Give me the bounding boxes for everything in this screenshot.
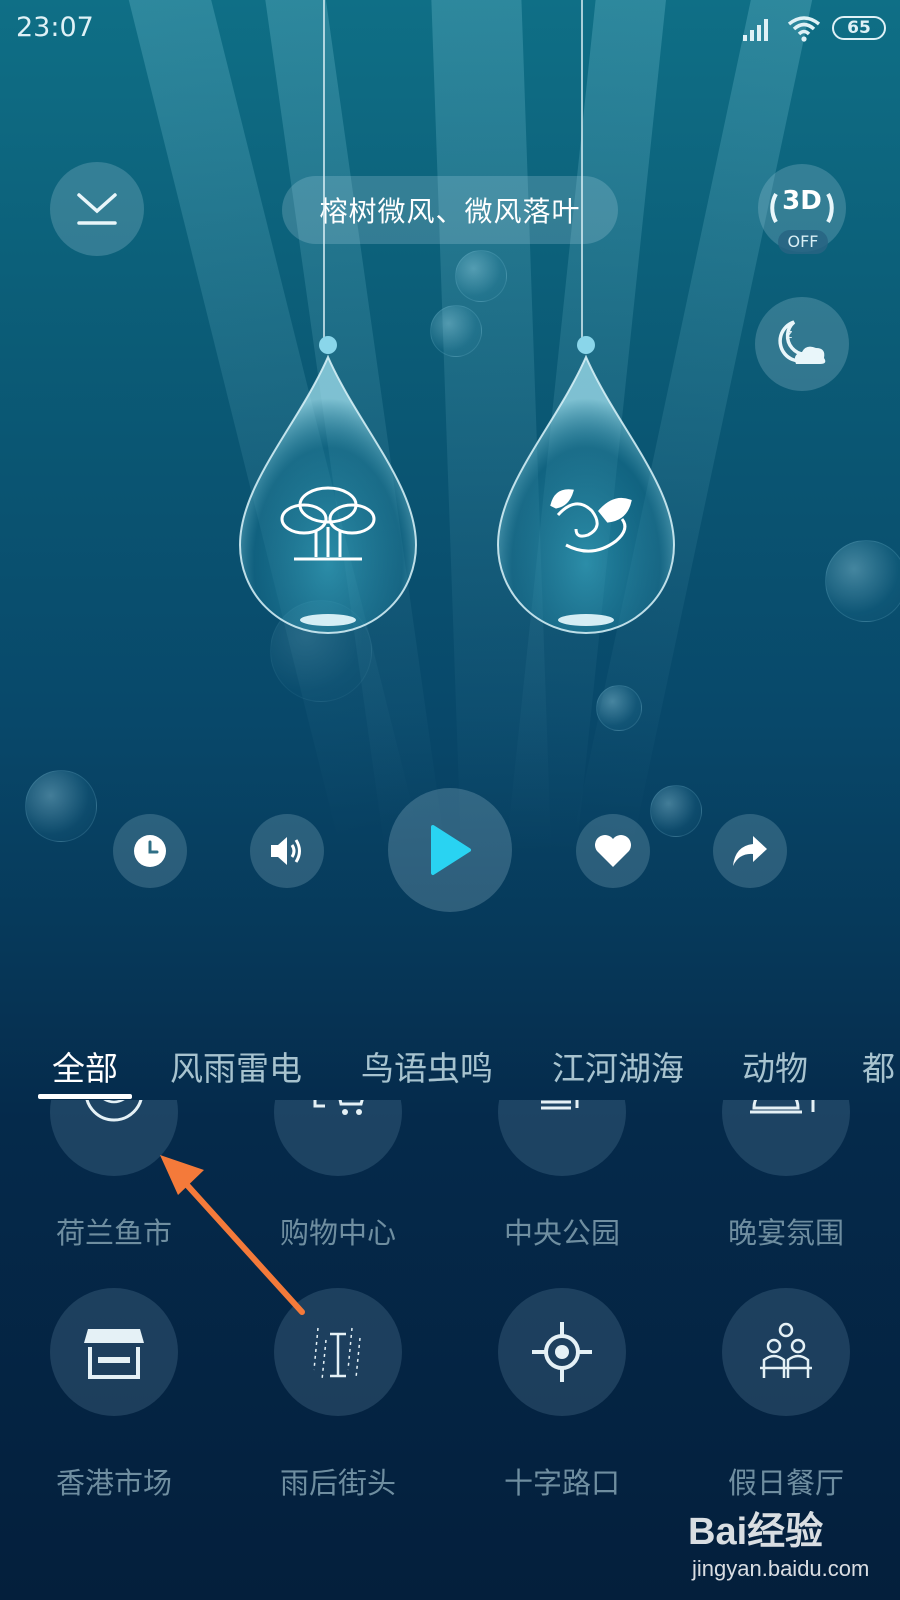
- play-button[interactable]: [388, 788, 512, 912]
- 3d-toggle-button[interactable]: 3D OFF: [758, 164, 846, 254]
- fish-market-icon: [85, 1100, 143, 1122]
- scene-circle: [274, 1100, 402, 1176]
- tab-animals[interactable]: 动物: [742, 1042, 808, 1090]
- status-bar: 23:07 65: [0, 0, 900, 60]
- scene-item[interactable]: 十字路口: [460, 1288, 660, 1528]
- shopping-cart-icon: [313, 1100, 364, 1115]
- rainy-street-lamp-icon: [313, 1327, 361, 1381]
- share-button[interactable]: [713, 814, 787, 888]
- volume-button[interactable]: [250, 814, 324, 888]
- tab-city-partial[interactable]: 都: [862, 1042, 895, 1090]
- scene-label: 十字路口: [503, 1466, 620, 1500]
- scene-item[interactable]: 香港市场: [12, 1288, 212, 1528]
- tab-weather[interactable]: 风雨雷电: [170, 1042, 302, 1090]
- scene-item[interactable]: 荷兰鱼市: [12, 1100, 212, 1288]
- scene-circle: [722, 1288, 850, 1416]
- sleep-mode-button[interactable]: z: [755, 297, 849, 391]
- bubble: [455, 250, 507, 302]
- sound-drop-left[interactable]: [238, 335, 418, 645]
- category-tabs: 全部 风雨雷电 鸟语虫鸣 江河湖海 动物 都: [0, 1030, 900, 1100]
- clock-icon: [134, 835, 166, 867]
- wifi-icon: [787, 16, 821, 42]
- tab-all[interactable]: 全部: [52, 1042, 118, 1090]
- watermark-logo: Bai经验: [688, 1511, 824, 1553]
- active-tab-indicator: [38, 1094, 132, 1099]
- favorite-button[interactable]: [576, 814, 650, 888]
- tab-rivers-lakes[interactable]: 江河湖海: [552, 1042, 684, 1090]
- crossroad-icon: [532, 1322, 592, 1382]
- share-icon: [733, 836, 767, 866]
- scene-label: 购物中心: [279, 1216, 396, 1250]
- scene-item[interactable]: 假日餐厅: [684, 1288, 884, 1528]
- bubble: [596, 685, 642, 731]
- battery-indicator: 65: [832, 16, 886, 40]
- restaurant-people-icon: [760, 1322, 812, 1378]
- play-icon: [431, 825, 471, 875]
- scene-label: 中央公园: [503, 1216, 620, 1250]
- 3d-state-badge: OFF: [778, 230, 828, 254]
- scene-circle: [50, 1100, 178, 1176]
- signal-icon: [743, 19, 768, 41]
- scene-label: 假日餐厅: [727, 1466, 844, 1500]
- scene-circle: [50, 1288, 178, 1416]
- market-stall-icon: [84, 1329, 144, 1379]
- collapse-button[interactable]: [50, 162, 144, 256]
- status-time: 23:07: [16, 12, 94, 43]
- scene-item[interactable]: 雨后街头: [236, 1288, 436, 1528]
- dinner-cloche-icon: [750, 1100, 815, 1114]
- bubble: [825, 540, 900, 622]
- sound-drop-right[interactable]: [496, 335, 676, 645]
- scene-circle: [722, 1100, 850, 1176]
- scene-item[interactable]: 购物中心: [236, 1100, 436, 1288]
- scene-item[interactable]: 中央公园: [460, 1100, 660, 1288]
- bubble: [25, 770, 97, 842]
- svg-text:z: z: [786, 327, 792, 341]
- baidu-watermark: Bai经验 jingyan.baidu.com: [688, 1500, 888, 1590]
- scene-circle: [498, 1100, 626, 1176]
- drop-string: [323, 0, 325, 338]
- scene-title: 榕树微风、微风落叶: [282, 176, 618, 244]
- screen: 23:07 65 榕树微风、微风落叶 3D OFF z 全部 风雨雷电 鸟语虫鸣…: [0, 0, 900, 1600]
- watermark-url: jingyan.baidu.com: [692, 1556, 870, 1581]
- timer-button[interactable]: [113, 814, 187, 888]
- scene-label: 雨后街头: [279, 1466, 396, 1500]
- speaker-icon: [271, 837, 301, 865]
- scene-circle: [274, 1288, 402, 1416]
- scene-item[interactable]: 晚宴氛围: [684, 1100, 884, 1288]
- drop-string: [581, 0, 583, 338]
- scene-label: 香港市场: [55, 1466, 172, 1500]
- scene-label: 荷兰鱼市: [55, 1216, 172, 1250]
- bubble: [650, 785, 702, 837]
- tab-birds-insects[interactable]: 鸟语虫鸣: [361, 1042, 493, 1090]
- park-icon: [541, 1100, 579, 1110]
- heart-icon: [595, 835, 631, 867]
- scene-label: 晚宴氛围: [727, 1216, 844, 1250]
- moon-cloud-icon: z: [778, 320, 826, 364]
- 3d-label: 3D: [782, 186, 822, 216]
- bubble: [430, 305, 482, 357]
- scene-circle: [498, 1288, 626, 1416]
- chevron-down-icon: [77, 193, 117, 225]
